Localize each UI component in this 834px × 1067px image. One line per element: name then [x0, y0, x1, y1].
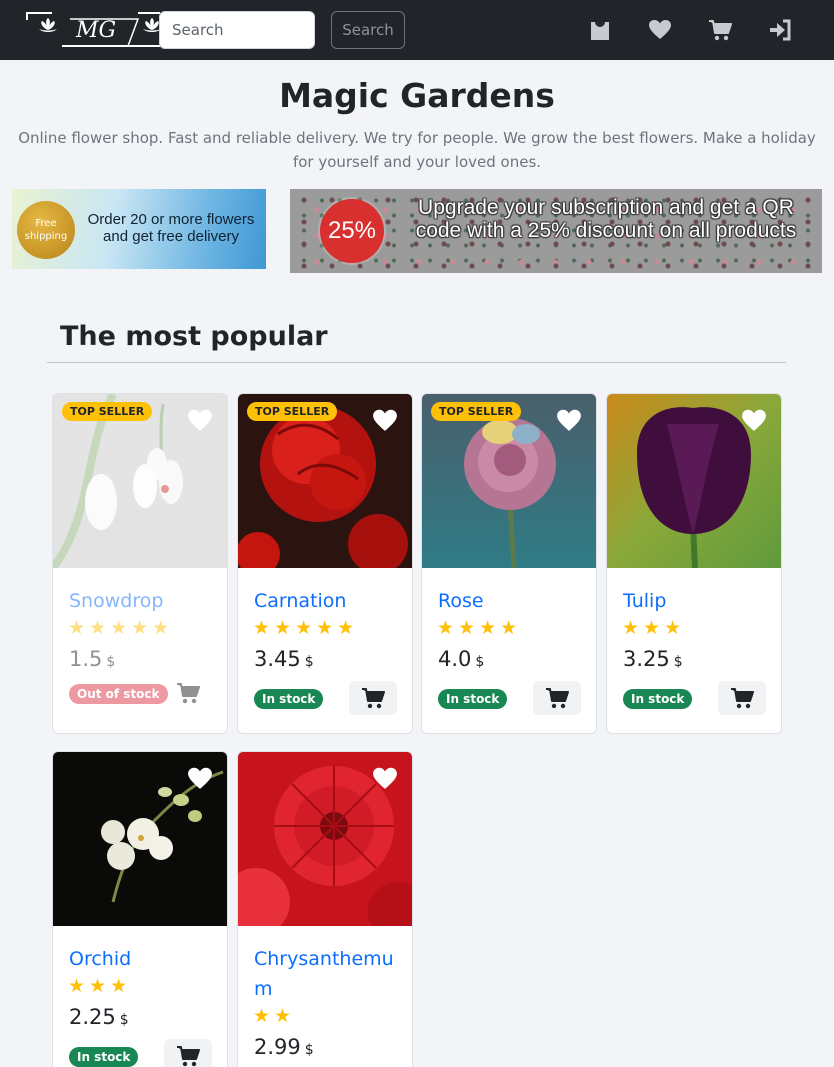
stock-status-badge: In stock — [623, 689, 693, 709]
product-price: 3.45 $ — [254, 647, 314, 671]
cart-icon — [362, 688, 385, 709]
rating-stars: ★★★★★ — [68, 617, 174, 639]
product-card-carnation[interactable]: TOP SELLER Carnation ★★★★★ 3.45 $ In stoc… — [237, 393, 413, 734]
product-card-tulip[interactable]: Tulip ★★★ 3.25 $ In stock — [606, 393, 782, 734]
product-card-chrysanthemum[interactable]: Chrysanthemum ★★ 2.99 $ — [237, 751, 413, 1067]
product-name[interactable]: Carnation — [254, 586, 404, 616]
heart-icon[interactable] — [648, 18, 672, 42]
add-to-cart-button[interactable] — [164, 1039, 212, 1067]
rating-stars: ★★★★ — [437, 617, 522, 639]
cart-icon[interactable] — [708, 18, 732, 42]
favorite-icon[interactable] — [741, 408, 767, 432]
stock-status-badge: In stock — [254, 689, 324, 709]
product-card-rose[interactable]: TOP SELLER Rose ★★★★ 4.0 $ In stock — [421, 393, 597, 734]
cart-icon — [177, 1046, 200, 1067]
favorite-icon[interactable] — [372, 408, 398, 432]
cart-icon — [546, 688, 569, 709]
free-shipping-badge: Free shipping — [17, 201, 75, 259]
sign-in-icon[interactable] — [768, 18, 792, 42]
favorite-icon[interactable] — [187, 408, 213, 432]
favorite-icon[interactable] — [372, 766, 398, 790]
favorite-icon[interactable] — [187, 766, 213, 790]
top-seller-badge: TOP SELLER — [247, 402, 338, 421]
stock-status-badge: In stock — [438, 689, 508, 709]
product-name[interactable]: Tulip — [623, 586, 773, 616]
product-price: 1.5 $ — [69, 647, 116, 671]
site-logo[interactable]: MG — [26, 12, 162, 47]
search-button[interactable]: Search — [331, 11, 405, 49]
favorite-icon[interactable] — [556, 408, 582, 432]
product-price: 4.0 $ — [438, 647, 485, 671]
discount-badge: 25% — [320, 199, 384, 263]
rating-stars: ★★★★★ — [253, 617, 359, 639]
free-shipping-banner[interactable]: Free shipping Order 20 or more flowers a… — [12, 189, 266, 269]
add-to-cart-button[interactable] — [349, 681, 397, 715]
stock-status-badge: In stock — [69, 1047, 139, 1067]
free-shipping-text: Order 20 or more flowers and get free de… — [87, 211, 255, 245]
section-title: The most popular — [60, 321, 328, 352]
product-price: 2.25 $ — [69, 1005, 129, 1029]
cart-icon — [177, 683, 200, 704]
add-to-cart-button[interactable] — [533, 681, 581, 715]
section-divider — [47, 362, 786, 363]
discount-banner[interactable]: 25% Upgrade your subscription and get a … — [290, 189, 822, 273]
add-to-cart-button[interactable] — [718, 681, 766, 715]
product-name[interactable]: Snowdrop — [69, 586, 219, 616]
top-seller-badge: TOP SELLER — [431, 402, 522, 421]
product-card-snowdrop[interactable]: TOP SELLER Snowdrop ★★★★★ 1.5 $ Out of st… — [52, 393, 228, 734]
stock-status-badge: Out of stock — [69, 684, 168, 704]
product-card-orchid[interactable]: Orchid ★★★ 2.25 $ In stock — [52, 751, 228, 1067]
site-description: Online flower shop. Fast and reliable de… — [18, 129, 816, 171]
bag-icon[interactable] — [588, 18, 612, 42]
product-name[interactable]: Rose — [438, 586, 588, 616]
rating-stars: ★★ — [253, 1005, 296, 1027]
discount-text: Upgrade your subscription and get a QR c… — [415, 196, 797, 242]
rating-stars: ★★★ — [68, 975, 132, 997]
navbar: MG Search — [0, 0, 834, 60]
cart-icon — [731, 688, 754, 709]
product-name[interactable]: Chrysanthemum — [254, 944, 404, 1004]
page-title: Magic Gardens — [279, 76, 555, 115]
add-to-cart-button[interactable] — [164, 676, 212, 710]
product-price: 2.99 $ — [254, 1035, 314, 1059]
product-name[interactable]: Orchid — [69, 944, 219, 974]
logo-text: MG — [75, 18, 116, 43]
rating-stars: ★★★ — [622, 617, 686, 639]
top-seller-badge: TOP SELLER — [62, 402, 153, 421]
product-price: 3.25 $ — [623, 647, 683, 671]
search-input[interactable] — [159, 11, 315, 49]
